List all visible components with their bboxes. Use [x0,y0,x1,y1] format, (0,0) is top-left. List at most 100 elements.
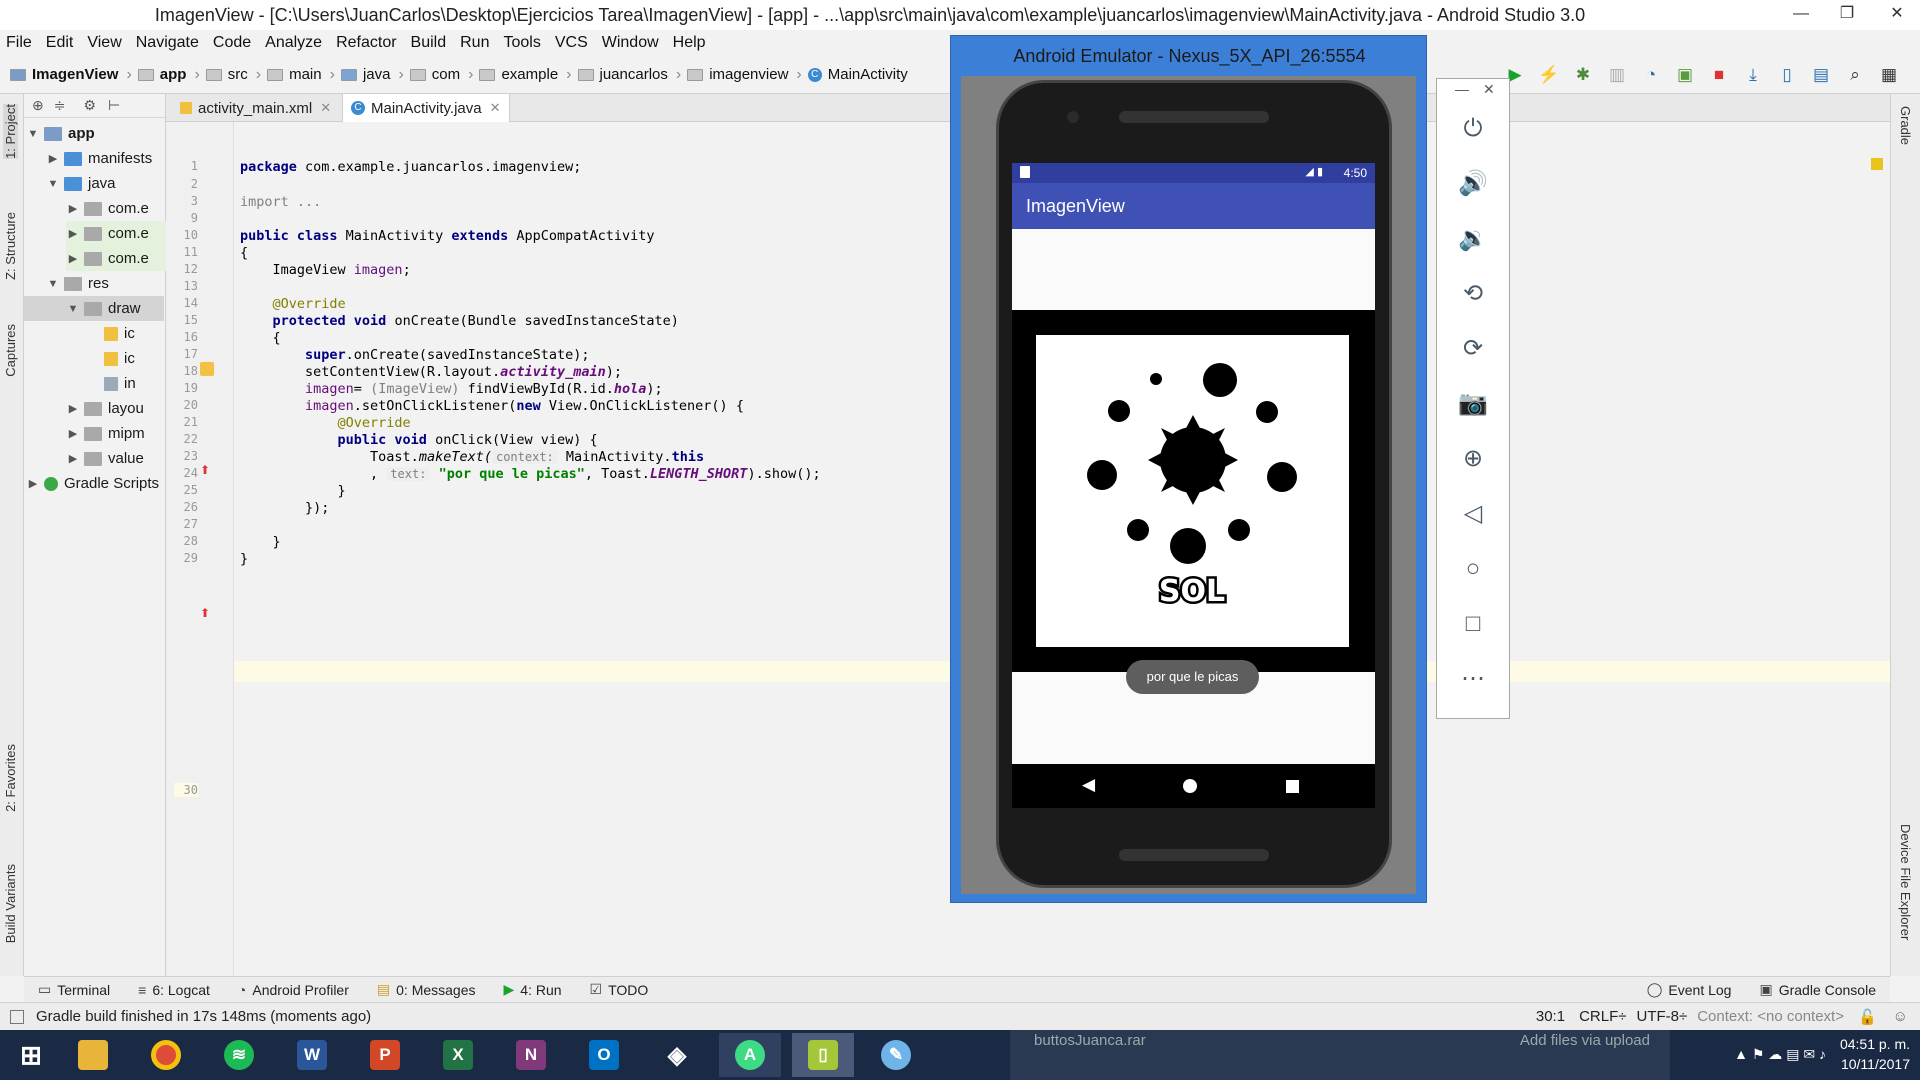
camera-icon[interactable]: 📷 [1437,384,1509,424]
tree-drawable[interactable]: ▼ draw [24,296,164,321]
tree-file-3[interactable]: in [100,371,136,396]
excel-icon[interactable]: X [427,1033,489,1077]
onenote-icon[interactable]: N [500,1033,562,1077]
lock-icon[interactable]: 🔓 [1858,1008,1877,1026]
close-tab-icon[interactable]: ✕ [320,100,331,116]
menu-analyze[interactable]: Analyze [265,34,322,52]
breadcrumb-com[interactable]: com › [409,66,473,84]
file-encoding[interactable]: UTF-8÷ [1636,1008,1687,1025]
override-gutter-icon[interactable]: ⬆ [200,606,210,620]
coverage-icon[interactable]: ▥ [1606,64,1628,86]
nav-overview-icon[interactable] [1286,780,1299,793]
volume-down-icon[interactable]: 🔉 [1437,219,1509,259]
project-tool-tab[interactable]: 1: Project [3,104,18,159]
zoom-icon[interactable]: ⊕ [1437,439,1509,479]
clock-date[interactable]: 10/11/2017 [1840,1054,1910,1074]
menu-edit[interactable]: Edit [46,34,74,52]
menu-view[interactable]: View [87,34,121,52]
profiler-tool-button[interactable]: ◔ Android Profiler [238,982,349,998]
device-file-explorer-tab[interactable]: Device File Explorer [1898,824,1913,940]
run-tool-button[interactable]: ▶ 4: Run [504,981,562,998]
chrome-icon[interactable] [135,1033,197,1077]
layout-icon[interactable]: ▦ [1878,64,1900,86]
structure-tool-tab[interactable]: Z: Structure [3,212,18,280]
spotify-icon[interactable]: ≋ [208,1033,270,1077]
menu-run[interactable]: Run [460,34,489,52]
file-explorer-icon[interactable] [62,1033,124,1077]
breadcrumb-mainactivity[interactable]: C MainActivity [807,66,908,83]
sync-icon[interactable]: ⊕ [32,97,44,114]
tree-file-2[interactable]: ic [100,346,135,371]
emulator-close-button[interactable]: ✕ [1483,81,1495,98]
rotate-right-icon[interactable]: ⟳ [1437,329,1509,369]
terminal-tool-button[interactable]: ▭ Terminal [38,981,110,998]
emulator-taskbar-icon[interactable]: ▯ [792,1033,854,1077]
event-log-tool-button[interactable]: ◯ Event Log [1647,981,1732,998]
sun-image[interactable]: SOL [1036,335,1349,647]
menu-file[interactable]: File [6,34,32,52]
overview-icon[interactable]: □ [1437,604,1509,644]
hide-icon[interactable]: ⊢ [108,97,120,114]
more-icon[interactable]: ⋯ [1437,659,1509,699]
tree-app[interactable]: ▼ app [26,121,95,146]
tree-file-1[interactable]: ic [100,321,135,346]
tree-package-1[interactable]: ▶ com.e [66,196,149,221]
power-icon[interactable]: ⏻ [1437,109,1509,149]
debug-icon[interactable]: ✱ [1572,64,1594,86]
android-studio-icon[interactable]: A [719,1033,781,1077]
tray-icons[interactable]: ▲ ⚑ ☁ ▤ ✉ ♪ [1734,1044,1826,1064]
tab-mainactivity-java[interactable]: C MainActivity.java ✕ [342,94,510,122]
volume-up-icon[interactable]: 🔊 [1437,164,1509,204]
profile-icon[interactable]: ◔ [1640,64,1662,86]
captures-tool-tab[interactable]: Captures [3,324,18,377]
gradle-tool-tab[interactable]: Gradle [1898,106,1913,145]
tree-mipmap[interactable]: ▶ mipm [66,421,145,446]
menu-build[interactable]: Build [411,34,447,52]
paint-icon[interactable]: ✎ [865,1033,927,1077]
override-gutter-icon[interactable]: ⬆ [200,463,210,477]
settings-icon[interactable]: ⚙ [83,97,96,114]
tree-package-3[interactable]: ▶ com.e [66,246,166,271]
favorites-tool-tab[interactable]: 2: Favorites [3,744,18,812]
todo-tool-button[interactable]: ☑ TODO [590,981,649,998]
breadcrumb-java[interactable]: java › [340,66,404,84]
tree-java[interactable]: ▼ java [46,171,116,196]
home-icon[interactable]: ○ [1437,549,1509,589]
menu-code[interactable]: Code [213,34,251,52]
start-button[interactable]: ⊞ [0,1033,62,1077]
breadcrumb-app[interactable]: app › [137,66,200,84]
outlook-icon[interactable]: O [573,1033,635,1077]
breadcrumb-project[interactable]: ImagenView › [10,66,132,84]
apply-changes-icon[interactable]: ⚡ [1538,64,1560,86]
menu-navigate[interactable]: Navigate [136,34,199,52]
logcat-tool-button[interactable]: ≡ 6: Logcat [138,982,210,998]
search-icon[interactable]: ⌕ [1844,64,1866,86]
breadcrumb-imagenview[interactable]: imagenview › [687,66,802,84]
menu-refactor[interactable]: Refactor [336,34,396,52]
inspector-icon[interactable]: ☺ [1893,1008,1908,1025]
word-icon[interactable]: W [281,1033,343,1077]
gradle-console-tool-button[interactable]: ▣ Gradle Console [1759,981,1876,998]
tree-gradle-scripts[interactable]: ▶ Gradle Scripts [26,471,159,496]
close-tab-icon[interactable]: ✕ [490,100,501,116]
attach-debugger-icon[interactable]: ▣ [1674,64,1696,86]
powerpoint-icon[interactable]: P [354,1033,416,1077]
breadcrumb-example[interactable]: example › [479,66,572,84]
rotate-left-icon[interactable]: ⟲ [1437,274,1509,314]
messages-tool-button[interactable]: ▤ 0: Messages [377,981,476,998]
tool-windows-icon[interactable] [10,1009,24,1024]
line-separator[interactable]: CRLF÷ [1579,1008,1626,1025]
tree-values[interactable]: ▶ value [66,446,144,471]
nav-home-icon[interactable] [1183,779,1197,793]
sdk-manager-icon[interactable]: ⤓ [1742,64,1764,86]
phone-screen[interactable]: ◢ ▮ 4:50 ImagenView SOL por que le picas… [1012,163,1375,808]
run-gutter-icon[interactable] [200,362,214,376]
menu-help[interactable]: Help [673,34,706,52]
minimize-button[interactable]: — [1778,0,1824,30]
maximize-button[interactable]: ❐ [1824,0,1870,30]
tree-layout[interactable]: ▶ layou [66,396,144,421]
menu-tools[interactable]: Tools [503,34,540,52]
unity-icon[interactable]: ◈ [646,1033,708,1077]
close-button[interactable]: ✕ [1874,0,1920,30]
back-icon[interactable]: ◁ [1437,494,1509,534]
